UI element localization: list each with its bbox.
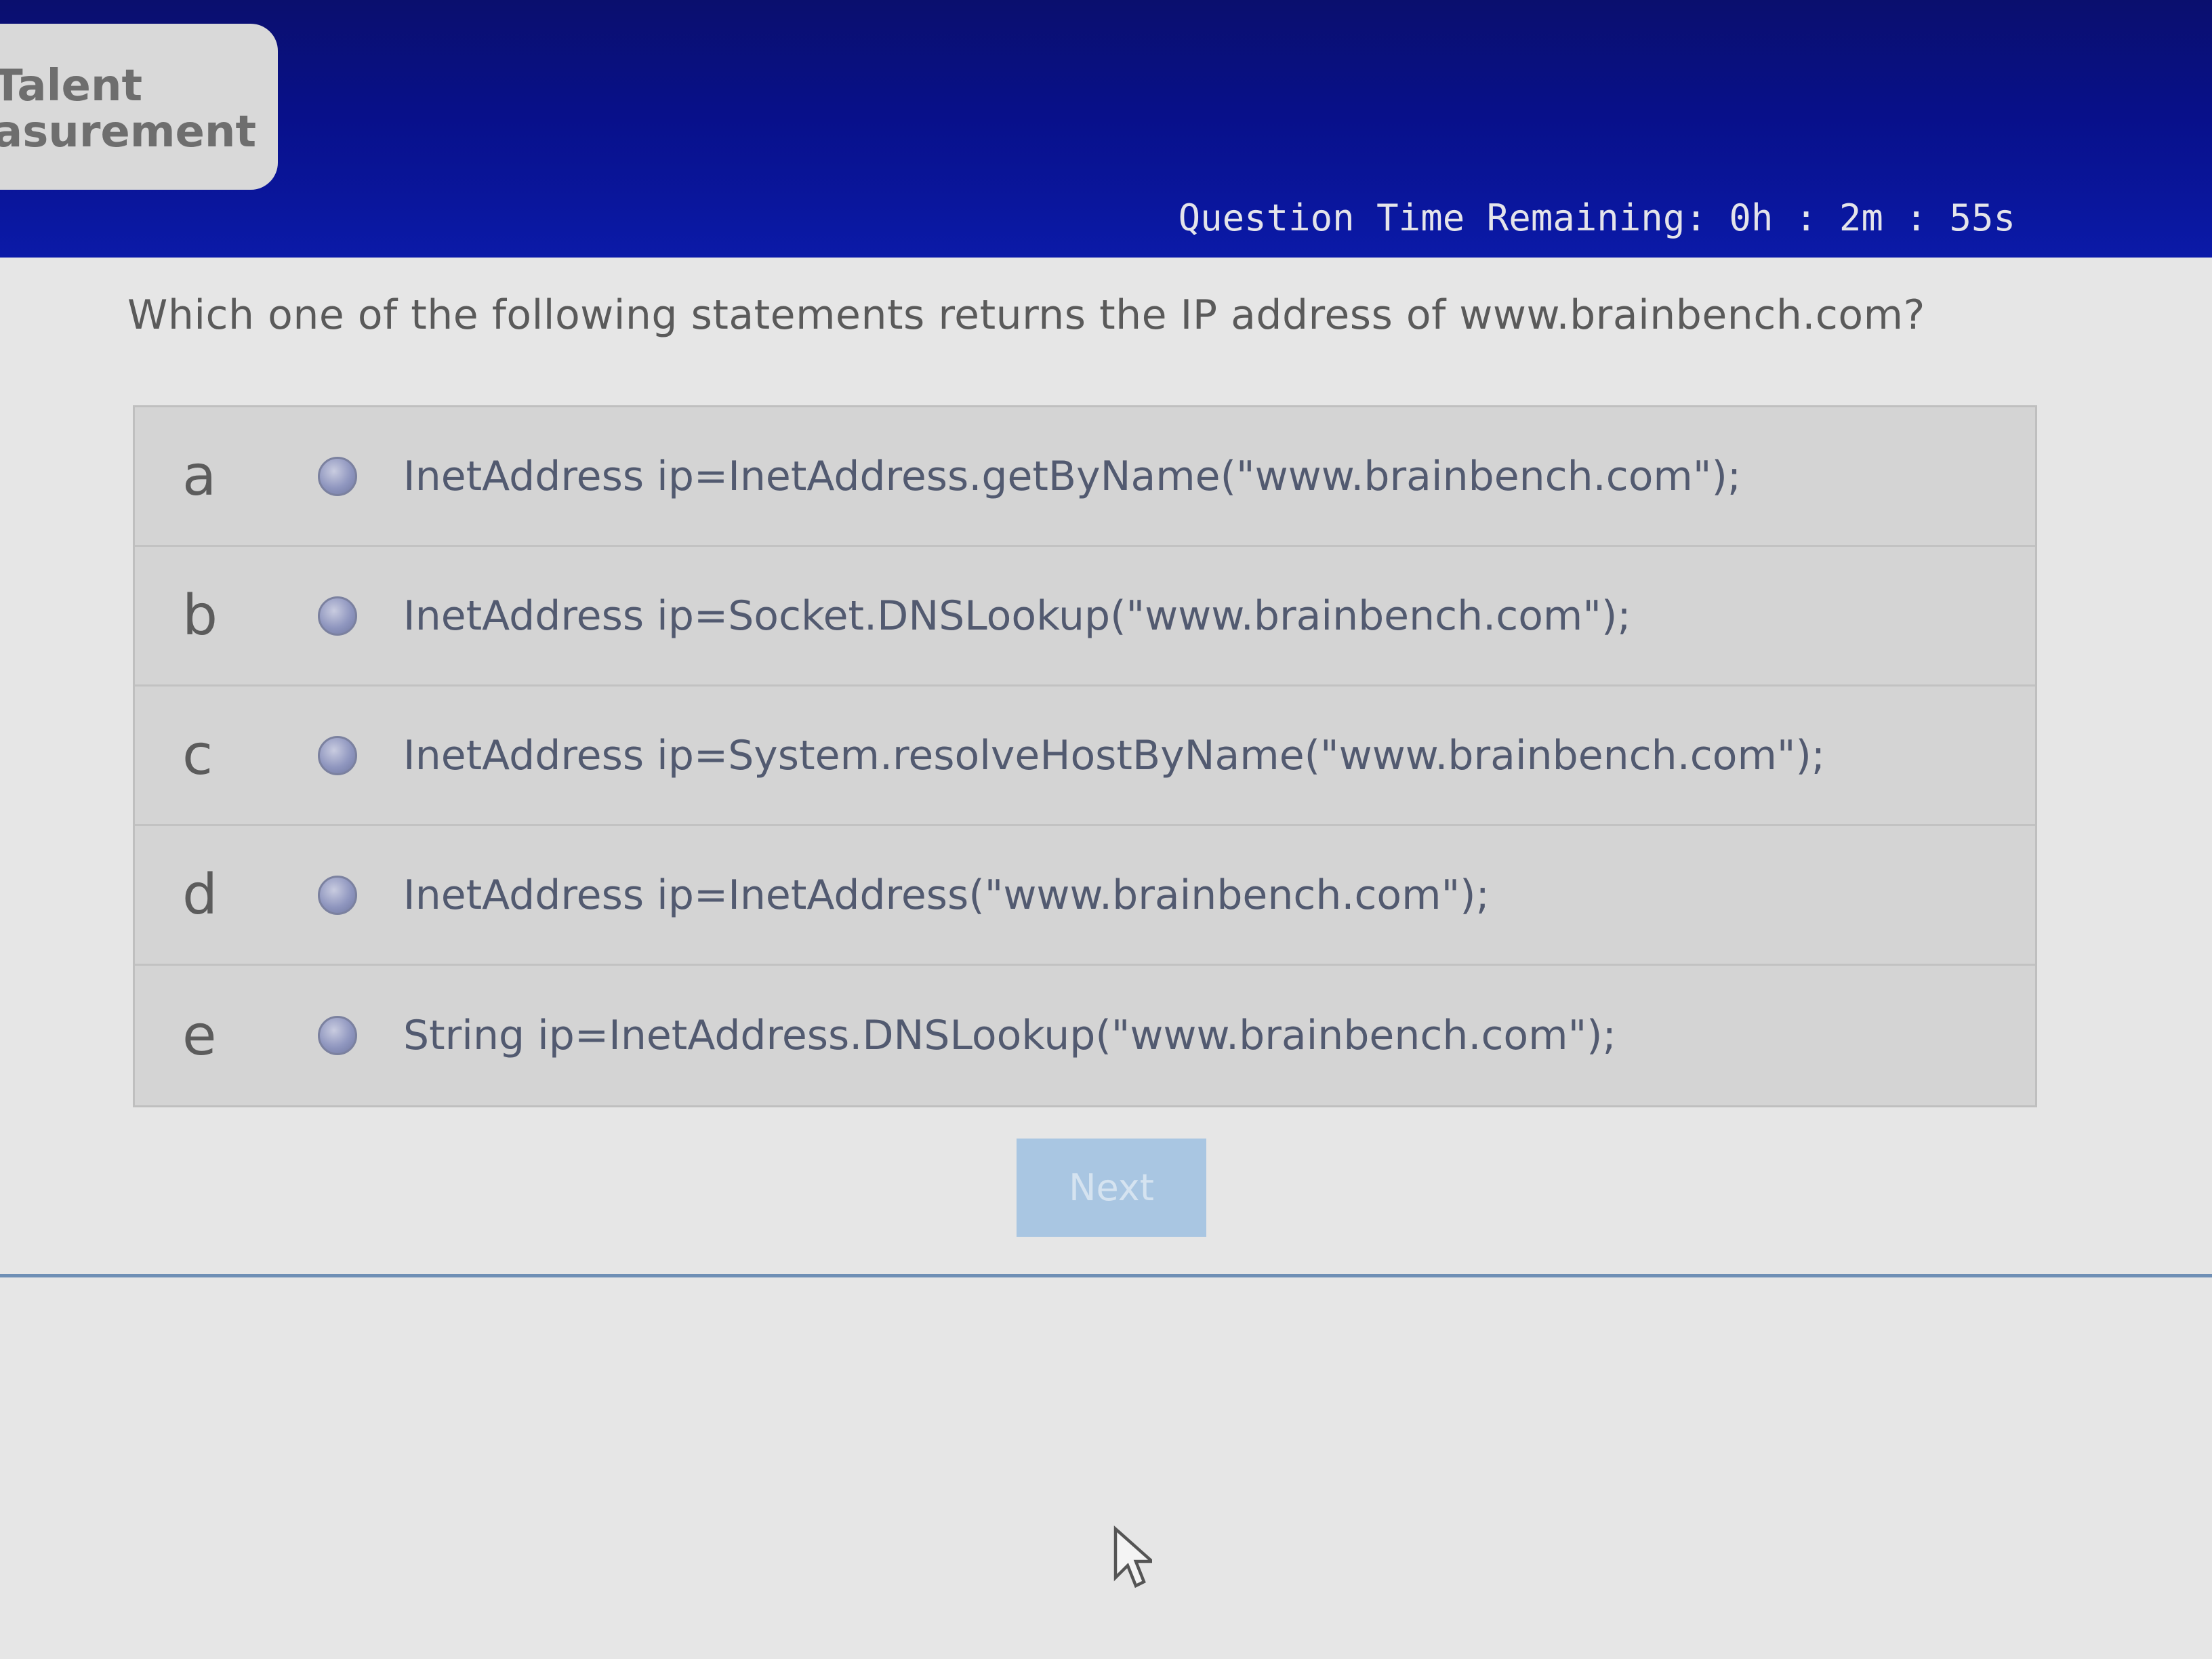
answer-letter: e [182, 1003, 217, 1068]
brand-logo: Talent asurement [0, 24, 278, 190]
answer-letter: b [182, 583, 218, 648]
logo-line-1: Talent [0, 61, 143, 111]
radio-button[interactable] [318, 596, 357, 636]
radio-button[interactable] [318, 735, 357, 775]
answer-letter: a [182, 444, 217, 508]
answer-text: InetAddress ip=InetAddress("www.brainben… [403, 871, 1490, 919]
answer-option-c[interactable]: c InetAddress ip=System.resolveHostByNam… [135, 687, 2035, 826]
answer-option-a[interactable]: a InetAddress ip=InetAddress.getByName("… [135, 407, 2035, 547]
answer-option-e[interactable]: e String ip=InetAddress.DNSLookup("www.b… [135, 966, 2035, 1105]
question-timer: Question Time Remaining: 0h : 2m : 55s [1178, 197, 2015, 239]
answer-text: InetAddress ip=Socket.DNSLookup("www.bra… [403, 592, 1631, 640]
answer-letter: d [182, 863, 218, 927]
question-text: Which one of the following statements re… [127, 291, 1925, 339]
radio-button[interactable] [318, 456, 357, 496]
answer-options-table: a InetAddress ip=InetAddress.getByName("… [133, 405, 2037, 1107]
answer-option-b[interactable]: b InetAddress ip=Socket.DNSLookup("www.b… [135, 547, 2035, 687]
divider-line [0, 1274, 2212, 1277]
logo-line-2: asurement [0, 107, 257, 157]
radio-button[interactable] [318, 875, 357, 915]
answer-text: InetAddress ip=System.resolveHostByName(… [403, 731, 1826, 779]
radio-button[interactable] [318, 1016, 357, 1055]
next-button[interactable]: Next [1017, 1139, 1206, 1237]
header-bar: Talent asurement Question Time Remaining… [0, 0, 2212, 258]
mouse-cursor-icon [1113, 1525, 1152, 1589]
answer-option-d[interactable]: d InetAddress ip=InetAddress("www.brainb… [135, 826, 2035, 966]
answer-letter: c [182, 723, 213, 787]
answer-text: String ip=InetAddress.DNSLookup("www.bra… [403, 1012, 1616, 1059]
answer-text: InetAddress ip=InetAddress.getByName("ww… [403, 452, 1742, 500]
